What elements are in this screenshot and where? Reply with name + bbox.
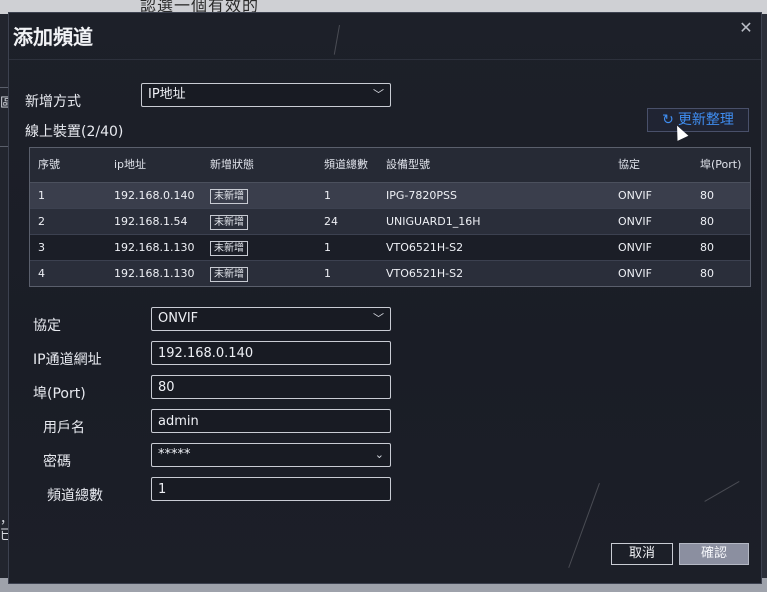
cancel-button[interactable]: 取消 [611,543,673,565]
row-ip: 192.168.1.130 [114,267,195,280]
row-port: 80 [700,267,714,280]
row-ip: 192.168.0.140 [114,189,195,202]
row-model: UNIGUARD1_16H [386,215,481,228]
column-header[interactable]: 協定 [610,148,692,182]
table-row[interactable]: 4 192.168.1.130 未新增 1 VTO6521H-S2 ONVIF … [30,261,750,286]
status-badge: 未新增 [210,241,248,256]
row-ip: 192.168.1.54 [114,215,188,228]
refresh-button[interactable]: ↻ 更新整理 [647,108,749,132]
ip-label: IP通道網址 [33,352,102,368]
row-channels: 1 [324,267,331,280]
row-channels: 24 [324,215,338,228]
column-header[interactable]: 序號 [30,148,106,182]
row-port: 80 [700,215,714,228]
chevron-down-icon: ⌄ [374,448,384,461]
add-channel-dialog: 添加頻道 ✕ 新增方式 IP地址 ﹀ 線上裝置(2/40) ↻ 更新整理 序號 i… [8,12,762,584]
row-channels: 1 [324,241,331,254]
password-field[interactable]: ***** ⌄ [151,443,391,467]
ip-address-field[interactable] [151,341,391,365]
close-icon[interactable]: ✕ [737,19,755,37]
refresh-label: 更新整理 [677,112,734,128]
screen-glare [333,25,340,55]
row-port: 80 [700,241,714,254]
protocol-select[interactable]: ONVIF ﹀ [151,307,391,331]
row-model: VTO6521H-S2 [386,267,464,280]
password-label: 密碼 [43,454,71,470]
online-devices-label: 線上裝置(2/40) [25,124,124,140]
chevron-down-icon: ﹀ [373,88,384,101]
port-field[interactable] [151,375,391,399]
row-protocol: ONVIF [618,189,652,202]
row-number: 3 [38,241,45,254]
username-label: 用戶名 [43,420,85,436]
dialog-title: 添加頻道 [13,25,93,49]
username-field[interactable] [151,409,391,433]
row-number: 1 [38,189,45,202]
row-status-cell: 未新增 [202,183,316,208]
row-channels: 1 [324,189,331,202]
row-protocol: ONVIF [618,241,652,254]
confirm-button[interactable]: 確認 [679,543,749,565]
channel-count-label: 頻道總數 [47,488,103,504]
table-row[interactable]: 1 192.168.0.140 未新增 1 IPG-7820PSS ONVIF … [30,183,750,209]
screen-glare [568,483,600,568]
column-header[interactable]: 埠(Port) [692,148,750,182]
column-header[interactable]: 設備型號 [378,148,610,182]
column-header[interactable]: ip地址 [106,148,202,182]
row-model: VTO6521H-S2 [386,241,464,254]
password-value: ***** [158,447,191,462]
row-model: IPG-7820PSS [386,189,457,202]
row-protocol: ONVIF [618,215,652,228]
screen-glare [704,481,740,502]
title-divider [9,59,761,60]
table-header: 序號 ip地址 新增狀態 頻道總數 設備型號 協定 埠(Port) [30,148,750,183]
row-protocol: ONVIF [618,267,652,280]
table-row[interactable]: 2 192.168.1.54 未新增 24 UNIGUARD1_16H ONVI… [30,209,750,235]
status-badge: 未新增 [210,189,248,204]
status-badge: 未新增 [210,215,248,230]
row-status-cell: 未新增 [202,261,316,286]
row-status-cell: 未新增 [202,235,316,260]
column-header[interactable]: 頻道總數 [316,148,378,182]
add-method-select[interactable]: IP地址 ﹀ [141,83,391,107]
row-port: 80 [700,189,714,202]
protocol-label: 協定 [33,318,61,334]
row-number: 2 [38,215,45,228]
device-table: 序號 ip地址 新增狀態 頻道總數 設備型號 協定 埠(Port) 1 192.… [29,147,751,287]
row-number: 4 [38,267,45,280]
add-method-label: 新增方式 [25,94,81,110]
column-header[interactable]: 新增狀態 [202,148,316,182]
add-method-value: IP地址 [148,87,186,102]
row-ip: 192.168.1.130 [114,241,195,254]
port-label: 埠(Port) [33,386,86,402]
protocol-value: ONVIF [158,311,199,326]
chevron-down-icon: ﹀ [373,312,384,325]
status-badge: 未新增 [210,267,248,282]
channel-count-field[interactable] [151,477,391,501]
row-status-cell: 未新增 [202,209,316,234]
table-row[interactable]: 3 192.168.1.130 未新增 1 VTO6521H-S2 ONVIF … [30,235,750,261]
